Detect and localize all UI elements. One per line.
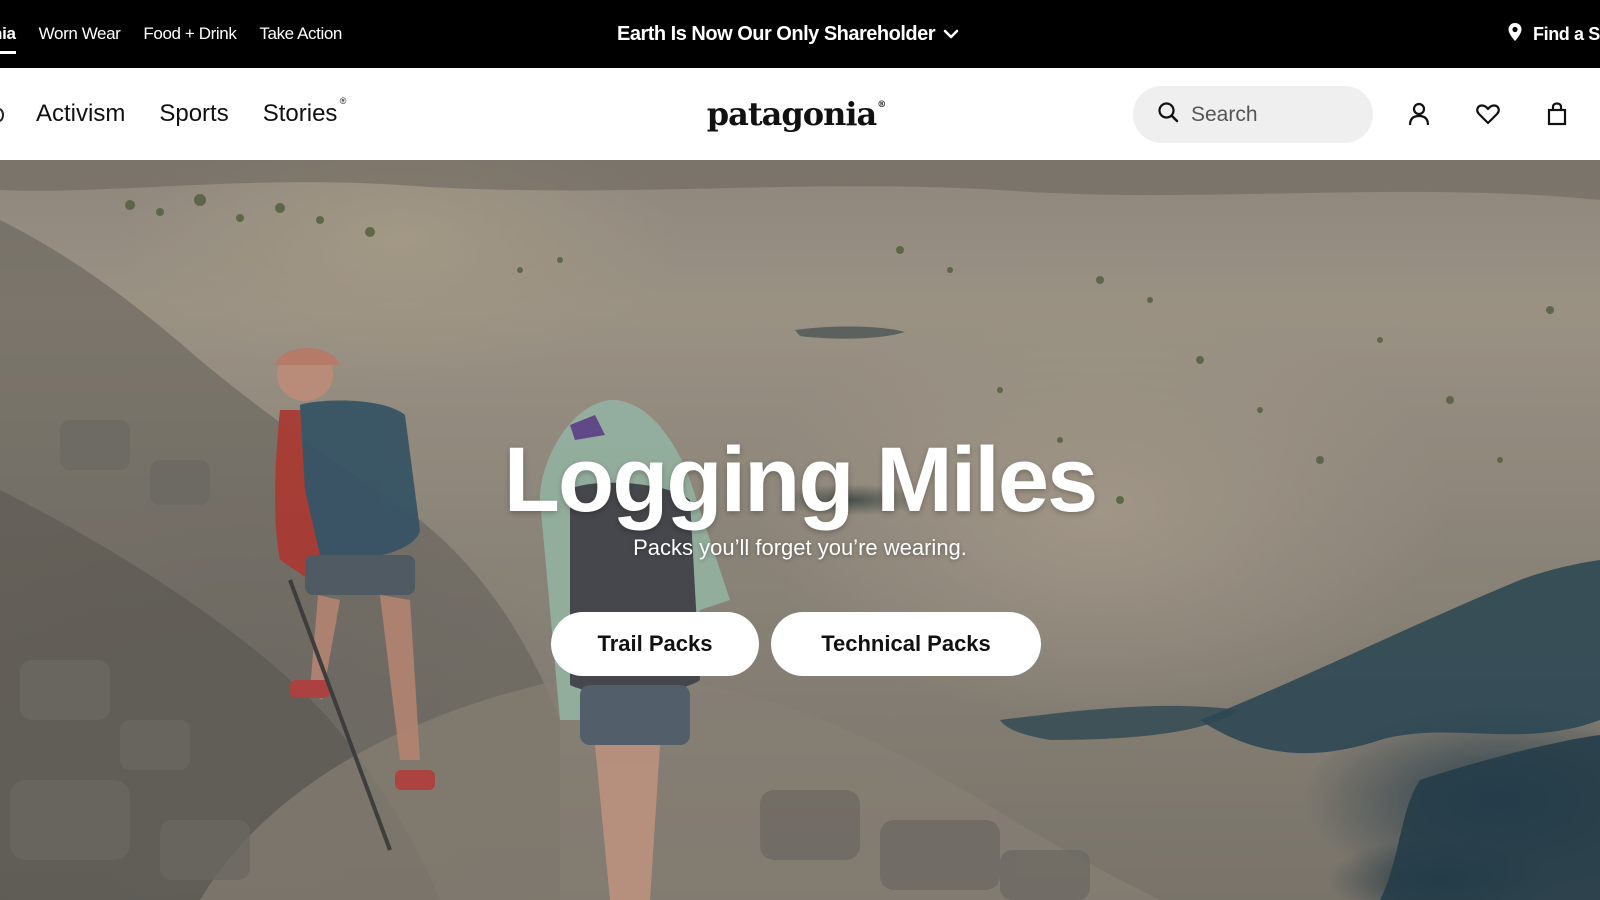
brand-tabs: nia Worn Wear Food + Drink Take Action xyxy=(0,0,365,68)
hero-banner: Logging Miles Packs you’ll forget you’re… xyxy=(0,160,1600,900)
nav-link-stories[interactable]: Stories ® xyxy=(262,96,347,128)
nav-links: Activism Sports Stories ® xyxy=(36,68,347,160)
bag-icon[interactable] xyxy=(1543,100,1571,128)
hero-buttons: Trail Packs Technical Packs xyxy=(551,612,1041,676)
utility-bar: nia Worn Wear Food + Drink Take Action E… xyxy=(0,0,1600,68)
brand-tab-patagonia[interactable]: nia xyxy=(0,24,16,54)
logo-registered-mark: ® xyxy=(877,100,886,110)
announcement-text: Earth Is Now Our Only Shareholder xyxy=(617,22,936,45)
brand-tab-take-action[interactable]: Take Action xyxy=(259,24,342,44)
location-pin-icon xyxy=(1507,22,1523,47)
user-icon[interactable] xyxy=(1405,100,1433,128)
heart-icon[interactable] xyxy=(1474,100,1502,128)
chevron-down-icon xyxy=(943,23,959,46)
nav-link-stories-label: Stories xyxy=(262,100,338,127)
search-input[interactable] xyxy=(1191,102,1351,127)
brand-tab-food-drink[interactable]: Food + Drink xyxy=(143,24,236,44)
brand-tab-worn-wear[interactable]: Worn Wear xyxy=(39,24,121,44)
search-icon xyxy=(1157,101,1179,128)
find-store-link[interactable]: Find a S xyxy=(1507,0,1600,68)
registered-mark: ® xyxy=(339,96,347,106)
search-box[interactable] xyxy=(1133,86,1373,143)
patagonia-logo[interactable]: patagonia ® xyxy=(707,68,887,160)
nav-link-activism[interactable]: Activism xyxy=(36,100,125,128)
announcement-dropdown[interactable]: Earth Is Now Our Only Shareholder xyxy=(617,0,959,68)
nav-item-partial[interactable] xyxy=(0,108,4,122)
main-nav: Activism Sports Stories ® patagonia ® xyxy=(0,68,1600,160)
hero-subtitle: Packs you’ll forget you’re wearing. xyxy=(633,535,967,560)
hero-title: Logging Miles xyxy=(503,429,1098,531)
trail-packs-button[interactable]: Trail Packs xyxy=(551,612,759,676)
nav-link-sports[interactable]: Sports xyxy=(159,100,228,128)
logo-wordmark: patagonia xyxy=(706,95,877,133)
technical-packs-button[interactable]: Technical Packs xyxy=(771,612,1041,676)
find-store-label: Find a S xyxy=(1533,23,1600,44)
